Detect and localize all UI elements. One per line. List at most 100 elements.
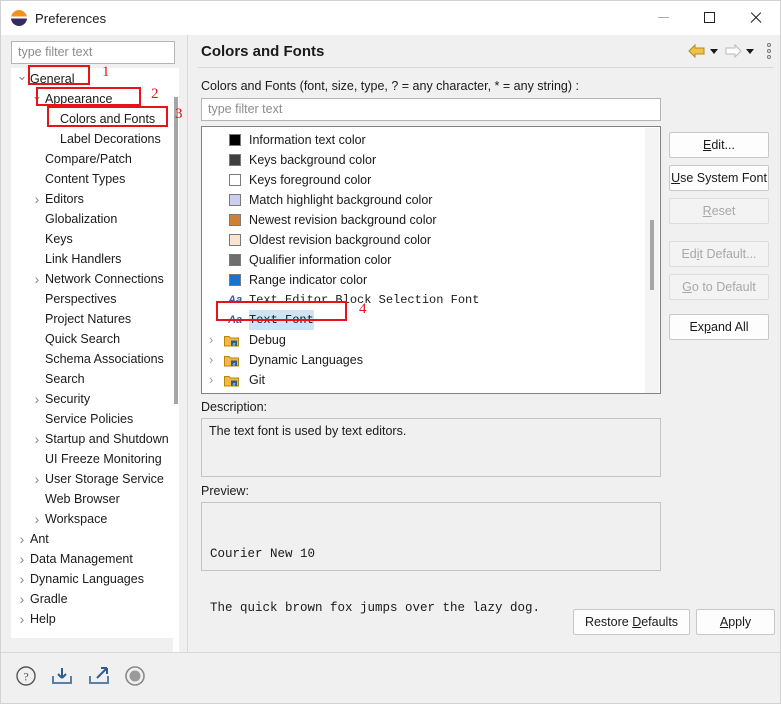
list-item-label: Git: [249, 373, 265, 387]
sidebar-item-label: Content Types: [45, 172, 126, 186]
chevron-right-icon[interactable]: ›: [209, 330, 221, 350]
sidebar-item-label: Search: [45, 372, 85, 386]
list-vertical-scrollbar[interactable]: [645, 128, 659, 393]
sidebar-item-dynamic-languages[interactable]: Dynamic Languages: [12, 569, 178, 589]
chevron-right-icon[interactable]: [15, 609, 29, 629]
annotation-number-3: 3: [175, 106, 183, 122]
list-item[interactable]: Information text color: [202, 130, 646, 150]
preferences-tree[interactable]: General Appearance Colors and Fonts Label D…: [11, 68, 179, 638]
expand-all-button[interactable]: Expand All: [669, 314, 769, 340]
sidebar-item-label-decorations[interactable]: Label Decorations: [12, 129, 178, 149]
window-controls: [640, 1, 780, 34]
sidebar-item-search[interactable]: Search: [12, 369, 178, 389]
help-icon[interactable]: ?: [15, 665, 37, 687]
sidebar-item-security[interactable]: Security: [12, 389, 178, 409]
sidebar-item-colors-and-fonts[interactable]: Colors and Fonts: [12, 109, 178, 129]
list-item[interactable]: Keys background color: [202, 150, 646, 170]
chevron-right-icon[interactable]: [15, 529, 29, 549]
list-item[interactable]: Match highlight background color: [202, 190, 646, 210]
sidebar-item-ant[interactable]: Ant: [12, 529, 178, 549]
sidebar-item-workspace[interactable]: Workspace: [12, 509, 178, 529]
chevron-right-icon[interactable]: [30, 469, 44, 489]
sidebar-item-label: Network Connections: [45, 272, 164, 286]
sidebar-item-web-browser[interactable]: Web Browser: [12, 489, 178, 509]
list-item[interactable]: › a Git: [202, 370, 646, 390]
list-item[interactable]: Keys foreground color: [202, 170, 646, 190]
sidebar-item-data-management[interactable]: Data Management: [12, 549, 178, 569]
sidebar-item-startup-and-shutdown[interactable]: Startup and Shutdown: [12, 429, 178, 449]
chevron-right-icon[interactable]: ›: [209, 370, 221, 390]
colors-fonts-list-body: Information text color Keys background co…: [202, 130, 646, 390]
apply-button[interactable]: Apply: [696, 609, 775, 635]
chevron-right-icon[interactable]: [30, 269, 44, 289]
chevron-right-icon[interactable]: [30, 509, 44, 529]
color-swatch: [229, 274, 241, 286]
sidebar-filter-input[interactable]: type filter text: [11, 41, 175, 64]
sidebar-item-project-natures[interactable]: Project Natures: [12, 309, 178, 329]
colors-fonts-list[interactable]: Information text color Keys background co…: [201, 126, 661, 394]
tree-vertical-scrollbar[interactable]: [173, 97, 179, 652]
sidebar-item-compare-patch[interactable]: Compare/Patch: [12, 149, 178, 169]
list-item-label: Information text color: [249, 133, 366, 147]
description-box: The text font is used by text editors.: [201, 418, 661, 477]
colors-fonts-filter-input[interactable]: type filter text: [201, 98, 661, 121]
sidebar-item-globalization[interactable]: Globalization: [12, 209, 178, 229]
list-item[interactable]: Range indicator color: [202, 270, 646, 290]
sidebar-item-ui-freeze-monitoring[interactable]: UI Freeze Monitoring: [12, 449, 178, 469]
sidebar-item-label: Link Handlers: [45, 252, 122, 266]
chevron-right-icon[interactable]: ›: [209, 350, 221, 370]
export-icon[interactable]: [87, 666, 111, 686]
chevron-right-icon[interactable]: [30, 389, 44, 409]
sidebar-item-schema-associations[interactable]: Schema Associations: [12, 349, 178, 369]
eclipse-round-icon[interactable]: [124, 665, 146, 687]
sidebar-item-network-connections[interactable]: Network Connections: [12, 269, 178, 289]
chevron-right-icon[interactable]: [15, 589, 29, 609]
chevron-right-icon[interactable]: [15, 549, 29, 569]
sidebar-item-help[interactable]: Help: [12, 609, 178, 629]
close-button[interactable]: [732, 1, 778, 34]
sidebar-item-editors[interactable]: Editors: [12, 189, 178, 209]
list-item[interactable]: Aa Text Editor Block Selection Font: [202, 290, 646, 310]
edit-button[interactable]: Edit...: [669, 132, 769, 158]
restore-defaults-button[interactable]: Restore Defaults: [573, 609, 690, 635]
sidebar-item-perspectives[interactable]: Perspectives: [12, 289, 178, 309]
svg-text:a: a: [233, 362, 236, 368]
back-dropdown-icon[interactable]: [710, 48, 718, 54]
list-item[interactable]: Oldest revision background color: [202, 230, 646, 250]
sidebar-item-label: Appearance: [45, 92, 113, 106]
sidebar-item-quick-search[interactable]: Quick Search: [12, 329, 178, 349]
sidebar-item-keys[interactable]: Keys: [12, 229, 178, 249]
header-divider: [198, 67, 774, 68]
import-icon[interactable]: [50, 666, 74, 686]
sidebar-item-gradle[interactable]: Gradle: [12, 589, 178, 609]
sidebar-item-user-storage-service[interactable]: User Storage Service: [12, 469, 178, 489]
list-item[interactable]: › a Dynamic Languages: [202, 350, 646, 370]
back-arrow-icon[interactable]: [688, 44, 706, 58]
sidebar-item-service-policies[interactable]: Service Policies: [12, 409, 178, 429]
view-menu-icon[interactable]: [764, 43, 774, 59]
eclipse-icon: [11, 10, 27, 26]
list-item[interactable]: Newest revision background color: [202, 210, 646, 230]
list-item[interactable]: Aa Text Font: [202, 310, 646, 330]
sidebar-item-label: Schema Associations: [45, 352, 164, 366]
use-system-font-button[interactable]: Use System Font: [669, 165, 769, 191]
tree-vertical-scroll-thumb[interactable]: [174, 97, 178, 404]
chevron-right-icon[interactable]: [30, 189, 44, 209]
sidebar-item-link-handlers[interactable]: Link Handlers: [12, 249, 178, 269]
chevron-down-icon[interactable]: [30, 89, 44, 109]
annotation-number-4: 4: [359, 301, 367, 317]
sidebar-item-content-types[interactable]: Content Types: [12, 169, 178, 189]
colors-and-fonts-page: Colors and Fonts Colors and Fonts (font,…: [190, 35, 780, 652]
list-item-label: Newest revision background color: [249, 213, 437, 227]
chevron-down-icon[interactable]: [15, 69, 29, 89]
minimize-button[interactable]: [640, 1, 686, 34]
list-vertical-scroll-thumb[interactable]: [650, 220, 654, 290]
maximize-button[interactable]: [686, 1, 732, 34]
chevron-right-icon[interactable]: [15, 569, 29, 589]
title-bar: Preferences: [1, 1, 780, 35]
list-item[interactable]: Qualifier information color: [202, 250, 646, 270]
forward-dropdown-icon[interactable]: [746, 48, 754, 54]
list-item[interactable]: › a Debug: [202, 330, 646, 350]
preferences-sidebar: type filter text General Appearance Colors…: [1, 35, 186, 675]
chevron-right-icon[interactable]: [30, 429, 44, 449]
